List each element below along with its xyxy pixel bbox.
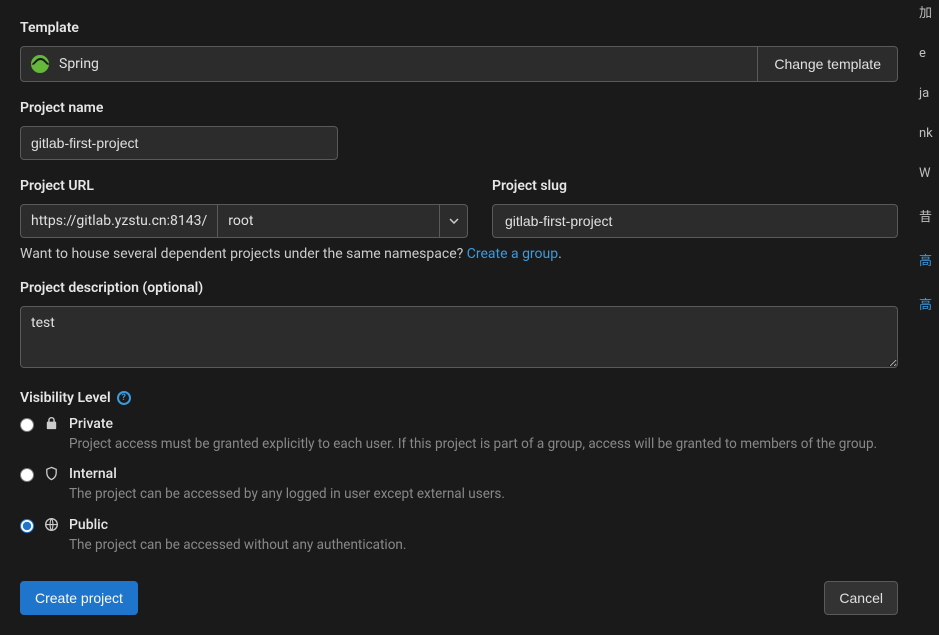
visibility-option-private[interactable]: Private Project access must be granted e…	[20, 416, 898, 454]
change-template-button[interactable]: Change template	[757, 47, 897, 81]
internal-title: Internal	[69, 466, 117, 482]
chevron-down-icon	[439, 205, 467, 237]
project-name-input[interactable]	[20, 126, 338, 160]
template-label: Template	[20, 20, 898, 36]
namespace-value: root	[218, 213, 439, 229]
internal-desc: The project can be accessed by any logge…	[69, 484, 898, 504]
shield-icon	[44, 466, 59, 481]
create-group-link[interactable]: Create a group	[467, 246, 558, 262]
project-url-prefix: https://gitlab.yzstu.cn:8143/	[21, 205, 217, 237]
project-url-group: https://gitlab.yzstu.cn:8143/ root	[20, 204, 468, 238]
radio-internal[interactable]	[20, 468, 34, 482]
project-name-label: Project name	[20, 100, 898, 116]
radio-public[interactable]	[20, 519, 34, 533]
radio-private[interactable]	[20, 418, 34, 432]
help-icon[interactable]: ?	[117, 391, 131, 405]
lock-icon	[44, 416, 59, 431]
private-desc: Project access must be granted explicitl…	[69, 434, 898, 454]
spring-icon	[31, 55, 49, 73]
template-name: Spring	[59, 56, 99, 72]
visibility-option-public[interactable]: Public The project can be accessed witho…	[20, 517, 898, 555]
project-url-label: Project URL	[20, 178, 468, 194]
public-title: Public	[69, 517, 108, 533]
public-desc: The project can be accessed without any …	[69, 535, 898, 555]
cancel-button[interactable]: Cancel	[824, 581, 898, 615]
namespace-hint: Want to house several dependent projects…	[20, 246, 898, 262]
private-title: Private	[69, 416, 113, 432]
globe-icon	[44, 517, 59, 532]
description-label: Project description (optional)	[20, 280, 898, 296]
template-box: Spring Change template	[20, 46, 898, 82]
create-project-button[interactable]: Create project	[20, 581, 138, 615]
visibility-option-internal[interactable]: Internal The project can be accessed by …	[20, 466, 898, 504]
project-slug-label: Project slug	[492, 178, 898, 194]
visibility-label: Visibility Level	[20, 390, 111, 406]
sidebar-chars: 加 e ja nk W 昔 高 高	[919, 0, 939, 313]
project-slug-input[interactable]	[492, 204, 898, 238]
description-textarea[interactable]: test	[20, 306, 898, 368]
namespace-select[interactable]: root	[217, 205, 467, 237]
